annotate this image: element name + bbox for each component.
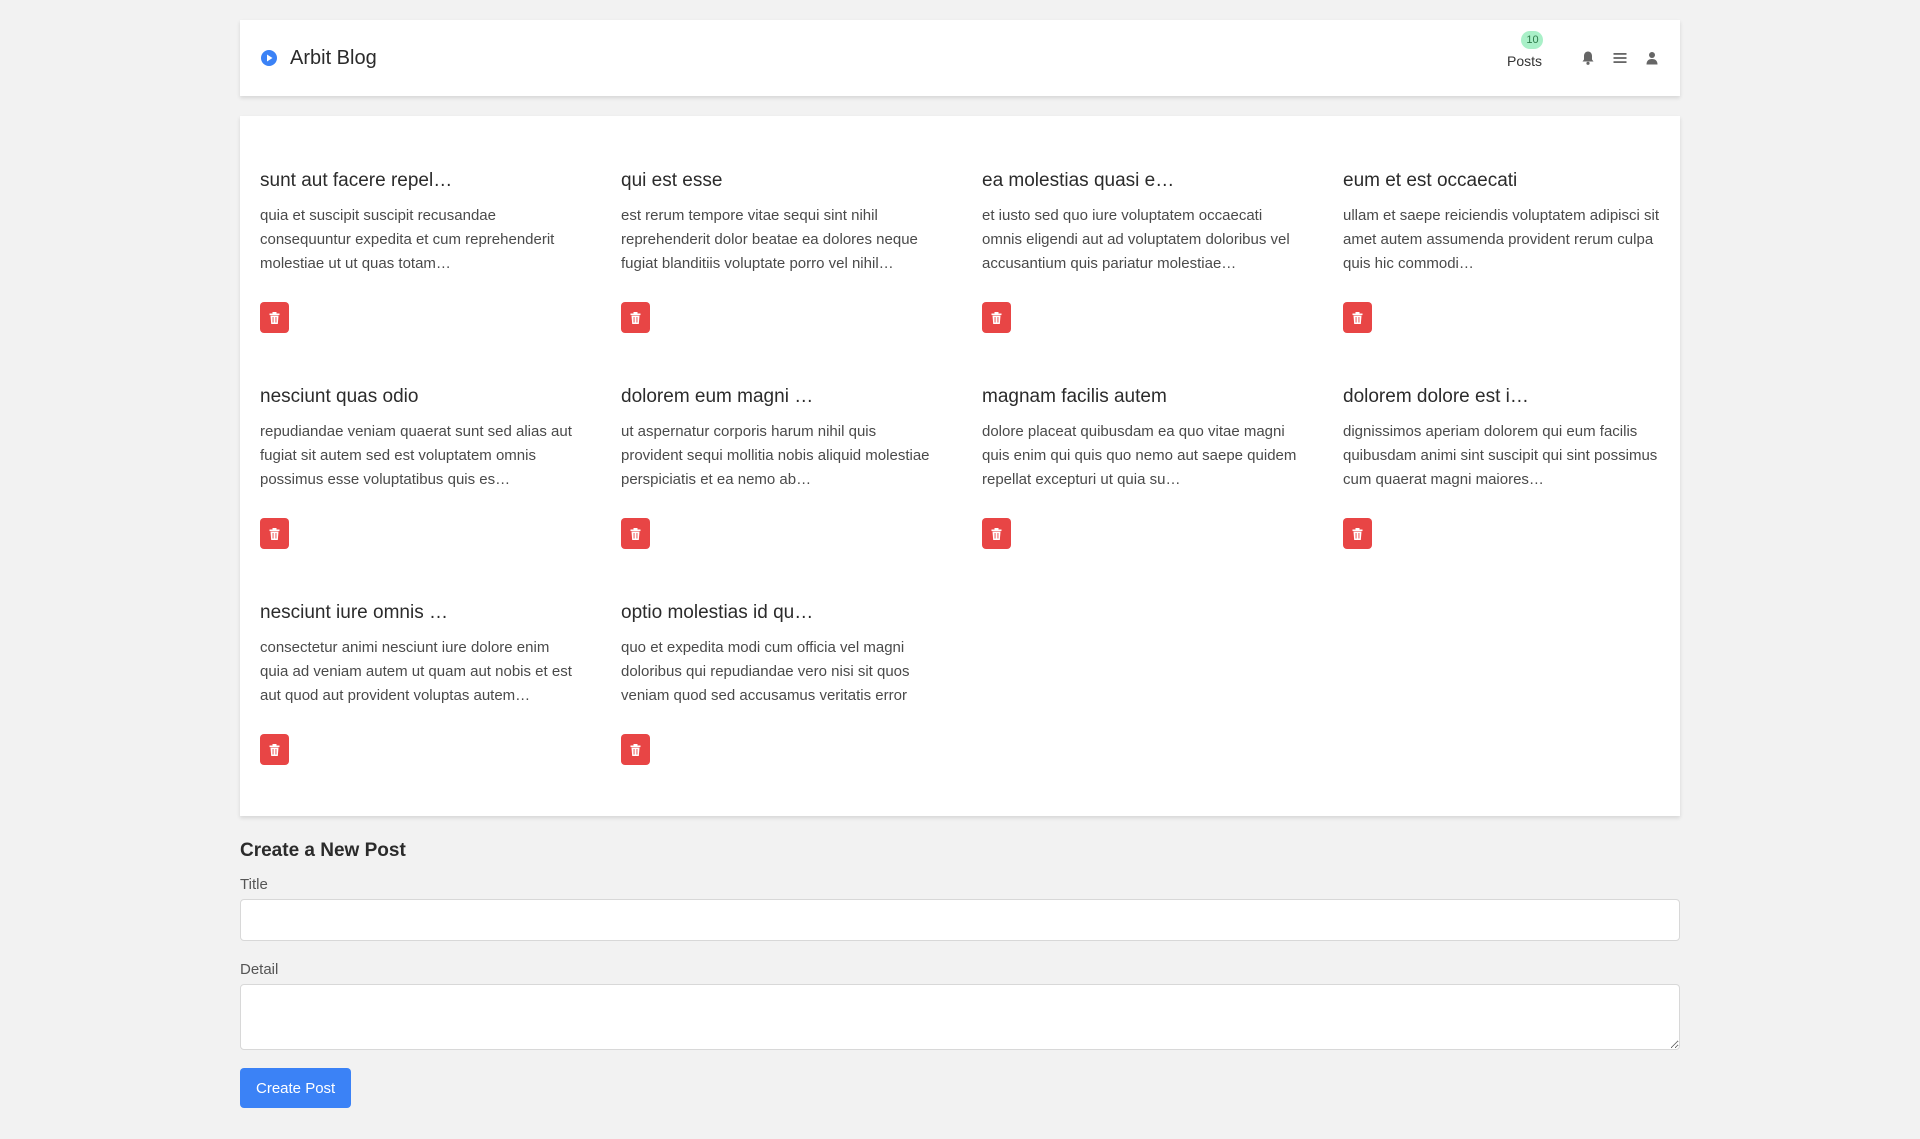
app-container: Arbit Blog 10 Posts sunt aut facere repe… [240,20,1680,1108]
post-title: sunt aut facere repel… [260,170,453,191]
create-post-button[interactable]: Create Post [240,1068,352,1108]
post-body: quo et expedita modi cum officia vel mag… [621,639,910,704]
posts-panel: sunt aut facere repel… quia et suscipit s… [240,116,1680,816]
post-body: et iusto sed quo iure voluptatem occaeca… [982,207,1290,272]
post-body: ullam et saepe reiciendis voluptatem adi… [1343,207,1659,272]
posts-count-badge: 10 [1521,31,1544,49]
delete-post-button[interactable] [982,302,1011,333]
post-body: dignissimos aperiam dolorem qui eum faci… [1343,423,1658,488]
post-title: eum et est occaecati [1343,170,1518,191]
posts-grid: sunt aut facere repel… quia et suscipit s… [260,156,1660,804]
post-title: nesciunt iure omnis … [260,602,448,623]
delete-post-button[interactable] [1343,518,1372,549]
post-card: magnam facilis autem dolore placeat quibu… [982,372,1299,588]
detail-label: Detail [240,961,279,978]
post-card: qui est esse est rerum tempore vitae sequ… [621,156,938,372]
delete-post-button[interactable] [260,302,289,333]
trash-icon [991,527,1002,540]
trash-icon [1352,311,1363,324]
create-post-form: Create a New Post Title Detail Create Po… [240,840,1680,1108]
trash-icon [630,311,641,324]
delete-post-button[interactable] [621,734,650,765]
post-card: optio molestias id qu… quo et expedita mo… [621,588,938,804]
posts-nav-label: Posts [1506,53,1542,69]
post-body: dolore placeat quibusdam ea quo vitae ma… [982,423,1297,488]
delete-post-button[interactable] [1343,302,1372,333]
title-input[interactable] [240,899,1680,941]
post-card: sunt aut facere repel… quia et suscipit s… [260,156,577,372]
bell-icon[interactable] [1580,50,1596,66]
menu-icon[interactable] [1612,50,1628,66]
post-card: dolorem eum magni … ut aspernatur corpori… [621,372,938,588]
post-title: dolorem dolore est i… [1343,386,1529,407]
post-body: quia et suscipit suscipit recusandae con… [260,207,555,272]
post-card: nesciunt iure omnis … consectetur animi n… [260,588,577,804]
trash-icon [269,311,280,324]
play-circle-icon [260,49,278,67]
delete-post-button[interactable] [621,302,650,333]
delete-post-button[interactable] [260,734,289,765]
trash-icon [991,311,1002,324]
title-label: Title [240,876,268,893]
post-title: magnam facilis autem [982,386,1167,407]
post-body: ut aspernatur corporis harum nihil quis … [621,423,930,488]
header-actions: 10 Posts [1506,31,1660,69]
detail-textarea[interactable] [240,984,1680,1050]
post-card: ea molestias quasi e… et iusto sed quo iu… [982,156,1299,372]
delete-post-button[interactable] [982,518,1011,549]
post-body: est rerum tempore vitae sequi sint nihil… [621,207,918,272]
post-title: dolorem eum magni … [621,386,814,407]
delete-post-button[interactable] [260,518,289,549]
post-title: nesciunt quas odio [260,386,419,407]
post-title: ea molestias quasi e… [982,170,1175,191]
trash-icon [1352,527,1363,540]
post-card: nesciunt quas odio repudiandae veniam qua… [260,372,577,588]
post-card: eum et est occaecati ullam et saepe reici… [1343,156,1660,372]
trash-icon [630,527,641,540]
post-body: consectetur animi nesciunt iure dolore e… [260,639,572,704]
posts-nav-link[interactable]: 10 Posts [1506,31,1544,69]
post-card: dolorem dolore est i… dignissimos aperiam… [1343,372,1660,588]
post-title: qui est esse [621,170,723,191]
delete-post-button[interactable] [621,518,650,549]
post-body: repudiandae veniam quaerat sunt sed alia… [260,423,572,488]
brand-title: Arbit Blog [290,46,377,69]
user-icon[interactable] [1644,50,1660,66]
trash-icon [630,743,641,756]
trash-icon [269,743,280,756]
post-title: optio molestias id qu… [621,602,814,623]
trash-icon [269,527,280,540]
create-post-heading: Create a New Post [240,840,406,861]
top-navbar: Arbit Blog 10 Posts [240,20,1680,96]
brand[interactable]: Arbit Blog [260,47,377,70]
